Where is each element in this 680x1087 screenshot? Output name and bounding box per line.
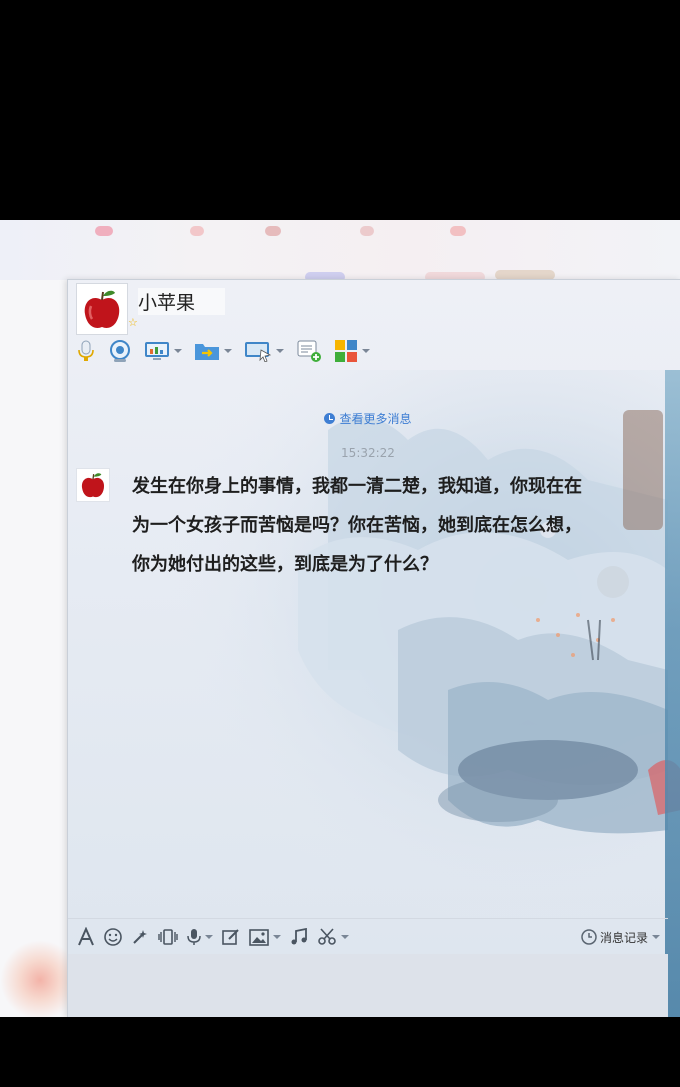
clock-icon	[324, 413, 336, 424]
video-call-button[interactable]	[108, 336, 132, 366]
remote-desktop-button[interactable]	[244, 336, 284, 366]
chevron-down-icon[interactable]	[652, 935, 660, 939]
share-screen-button[interactable]	[144, 336, 182, 366]
message-history-label[interactable]: 消息记录	[600, 929, 648, 946]
chevron-down-icon[interactable]	[273, 935, 281, 939]
chat-toolbar	[76, 336, 382, 366]
emoji-button[interactable]	[104, 919, 122, 955]
webcam-icon	[110, 340, 130, 362]
send-image-button[interactable]	[249, 919, 281, 955]
input-toolbar: 消息记录	[68, 918, 668, 955]
vibrate-button[interactable]	[158, 919, 178, 955]
screenshot-icon	[318, 928, 336, 945]
remote-desktop-icon	[245, 342, 272, 362]
chevron-down-icon[interactable]	[276, 349, 284, 353]
message-history-button[interactable]: 消息记录	[581, 919, 660, 955]
clock-icon	[581, 929, 597, 945]
message-text: 发生在你身上的事情，我都一清二楚，我知道，你现在在为一个女孩子而苦恼是吗？你在苦…	[132, 476, 582, 575]
voice-icon	[187, 929, 201, 945]
send-file-button[interactable]	[194, 336, 232, 366]
vibrate-icon	[158, 929, 178, 945]
create-discussion-icon	[297, 340, 321, 362]
magic-icon	[133, 930, 147, 944]
message-list[interactable]: 查看更多消息 15:32:22 发生在你身上的事情，我都一清二楚，我知道，你现在…	[68, 370, 668, 918]
edit-icon	[222, 929, 239, 945]
apps-icon	[335, 340, 357, 362]
chevron-down-icon[interactable]	[341, 935, 349, 939]
desktop-background: ☆ 小苹果 查看更多消息 15:32:22 发生在你身上的事情，我都一清二楚，我…	[0, 220, 680, 1017]
view-more-messages-link[interactable]: 查看更多消息	[68, 410, 668, 427]
font-icon	[78, 927, 94, 946]
create-discussion-button[interactable]	[296, 336, 322, 366]
screen-share-icon	[145, 342, 169, 360]
contact-avatar[interactable]	[76, 283, 128, 335]
music-button[interactable]	[290, 919, 308, 955]
voice-call-button[interactable]	[76, 336, 96, 366]
apps-button[interactable]	[334, 336, 370, 366]
image-icon	[249, 928, 269, 946]
chevron-down-icon[interactable]	[362, 349, 370, 353]
chevron-down-icon[interactable]	[224, 349, 232, 353]
screenshot-button[interactable]	[317, 919, 349, 955]
magic-expression-button[interactable]	[131, 919, 149, 955]
music-icon	[291, 928, 307, 945]
font-button[interactable]	[77, 919, 95, 955]
emoji-icon	[104, 928, 122, 946]
apple-icon	[84, 290, 120, 328]
star-icon: ☆	[128, 316, 138, 329]
voice-message-button[interactable]	[187, 919, 213, 955]
sender-avatar[interactable]	[76, 468, 110, 502]
blurred-background-art	[0, 940, 70, 1017]
chevron-down-icon[interactable]	[174, 349, 182, 353]
view-more-label[interactable]: 查看更多消息	[339, 412, 411, 426]
chat-window: ☆ 小苹果 查看更多消息 15:32:22 发生在你身上的事情，我都一清二楚，我…	[67, 279, 680, 1017]
apple-icon	[81, 473, 105, 498]
message-input[interactable]	[68, 954, 668, 1017]
edit-button[interactable]	[222, 919, 240, 955]
chevron-down-icon[interactable]	[205, 935, 213, 939]
chat-header: ☆ 小苹果	[68, 280, 680, 370]
microphone-icon	[78, 340, 94, 361]
send-file-icon	[195, 344, 219, 360]
message-timestamp: 15:32:22	[341, 446, 395, 460]
contact-name[interactable]: 小苹果	[138, 288, 226, 315]
